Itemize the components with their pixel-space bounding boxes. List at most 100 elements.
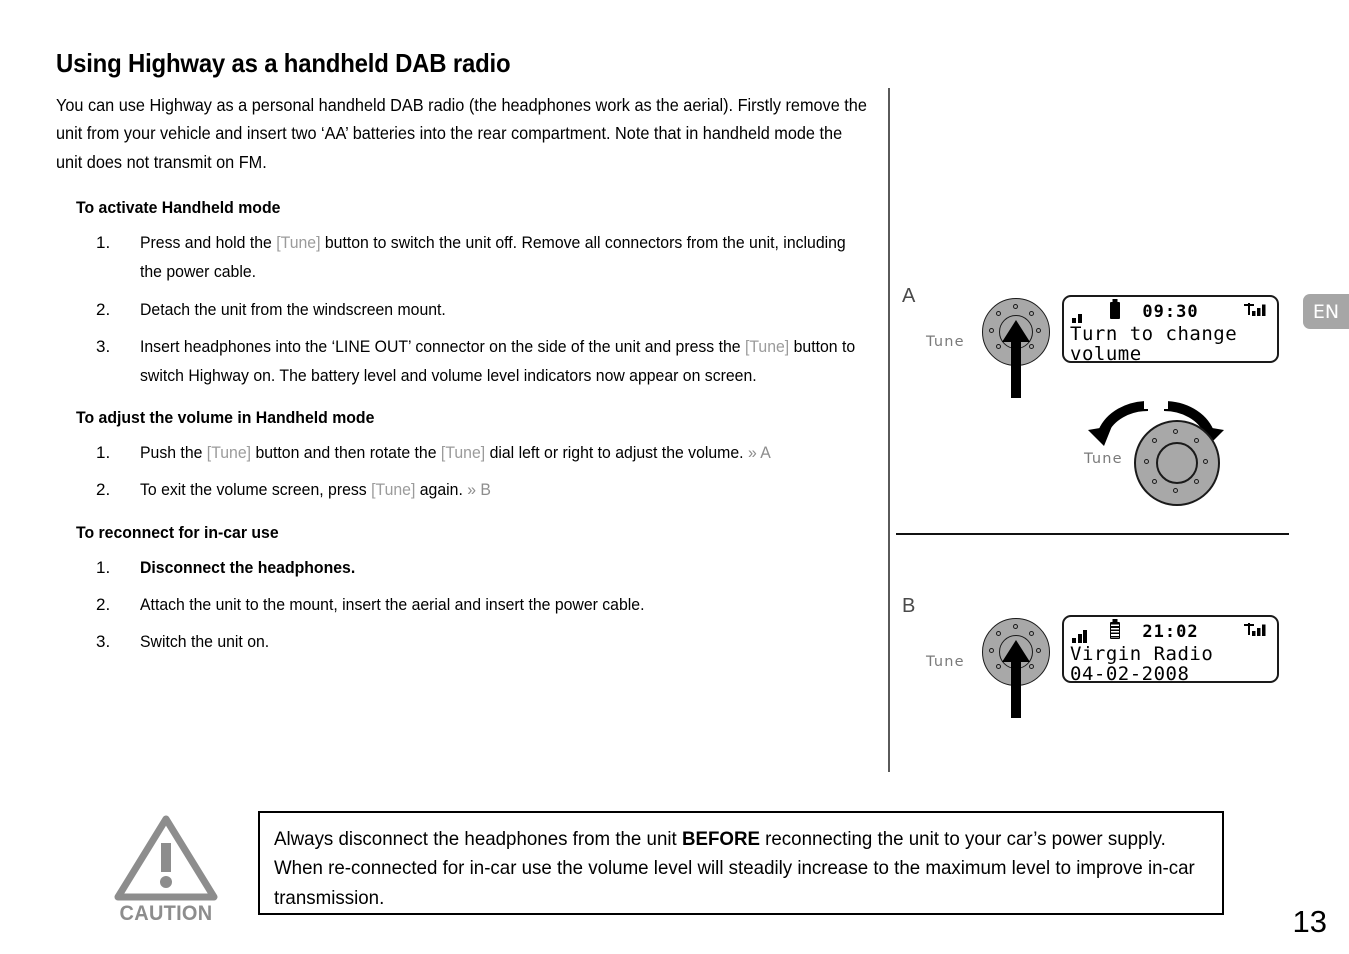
panel-a-letter: A (902, 285, 916, 307)
tune-button-reference: [Tune] (206, 443, 252, 463)
step-number: 2. (96, 594, 111, 614)
lcd-screen-b: 21:02 Virgin Radio 04-02-2008 (1062, 615, 1279, 685)
knob-dot (996, 311, 1001, 316)
step-number: 1. (96, 557, 111, 577)
knob-dot (1036, 647, 1041, 653)
step-text: Disconnect the headphones. (140, 553, 868, 582)
lcd-line1-b: Virgin Radio (1070, 643, 1214, 665)
step-text: Switch the unit on. (140, 627, 868, 656)
tune-button-reference: [Tune] (440, 443, 486, 463)
language-tab-en[interactable]: EN (1303, 294, 1349, 329)
step-text: Insert headphones into the ‘LINE OUT’ co… (140, 332, 868, 390)
instruction-section: To activate Handheld mode 1. Press and hol… (56, 198, 868, 390)
section-heading: To adjust the volume in Handheld mode (76, 408, 375, 428)
knob-dot (1194, 479, 1199, 484)
step-item: 1. Disconnect the headphones. (56, 553, 868, 582)
dial-center (1156, 442, 1198, 484)
instruction-sections: To activate Handheld mode 1. Press and hol… (56, 198, 868, 656)
text-run: Attach the unit to the mount, insert the… (140, 594, 645, 614)
section-heading: To activate Handheld mode (76, 198, 281, 218)
tune-dial-rotate: Tune (1066, 420, 1246, 506)
lcd-statusbar-b: 21:02 (1066, 620, 1275, 644)
knob-dot (996, 631, 1001, 636)
lcd-statusbar-a: 09:30 (1066, 300, 1275, 324)
tune-dial-label: Tune (1084, 451, 1123, 467)
lcd-screen-a: 09:30 Turn to change volume (1062, 295, 1279, 365)
knob-dot (1029, 631, 1034, 636)
text-run: Always disconnect the headphones from th… (274, 828, 682, 850)
step-list: 1. Disconnect the headphones. 2. Attach the… (56, 553, 868, 657)
dial-body (1134, 420, 1220, 506)
press-arrow-icon-b (1002, 640, 1030, 718)
lcd-line2-a: volume (1070, 343, 1142, 365)
step-number: 2. (96, 480, 111, 500)
step-number: 1. (96, 233, 111, 253)
tune-button-reference: [Tune] (744, 336, 790, 356)
step-number: 2. (96, 299, 111, 319)
step-number: 1. (96, 443, 111, 463)
illustration-panel-b: B Tune 21:02 Virgin Radio 04-02-2008 (896, 590, 1296, 718)
lcd-line1-a: Turn to change (1070, 323, 1238, 345)
emphasis-text: BEFORE (681, 828, 760, 850)
intro-paragraph: You can use Highway as a personal handhe… (56, 95, 867, 172)
knob-dot (1202, 458, 1208, 464)
knob-dot (1143, 458, 1149, 464)
step-list: 1. Push the [Tune] button and then rotate… (56, 438, 868, 504)
cross-reference: » A (747, 443, 771, 463)
step-item: 1. Push the [Tune] button and then rotate… (56, 438, 868, 467)
column-divider (888, 88, 890, 772)
caution-label: CAUTION (119, 902, 213, 925)
knob-dot (1152, 479, 1157, 484)
text-run: Detach the unit from the windscreen moun… (140, 299, 446, 319)
step-list: 1. Press and hold the [Tune] button to sw… (56, 228, 868, 390)
text-run: Push the (140, 443, 207, 463)
signal-strength-icon-a (1244, 303, 1266, 316)
warning-triangle-icon (114, 815, 218, 901)
tune-knob-label-b: Tune (926, 654, 965, 670)
illustration-panel-a: A Tune 09:30 Turn to change volume Tune (896, 280, 1296, 520)
text-run: again. (415, 480, 468, 500)
instruction-section: To adjust the volume in Handheld mode 1. P… (56, 408, 868, 504)
text-run: Press and hold the (140, 233, 277, 253)
knob-dot (989, 327, 994, 333)
content-column: Using Highway as a handheld DAB radio Yo… (56, 48, 868, 674)
knob-dot (1012, 624, 1018, 629)
knob-dot (1194, 438, 1199, 443)
text-run: Switch the unit on. (140, 632, 270, 652)
page-number: 13 (1292, 904, 1327, 939)
step-number: 3. (96, 632, 111, 652)
step-text: Push the [Tune] button and then rotate t… (140, 438, 868, 467)
step-text: Attach the unit to the mount, insert the… (140, 590, 868, 619)
step-item: 1. Press and hold the [Tune] button to sw… (56, 228, 868, 286)
panel-separator (896, 533, 1289, 535)
step-item: 3. Switch the unit on. (56, 627, 868, 656)
step-text: To exit the volume screen, press [Tune] … (140, 475, 868, 504)
step-text: Press and hold the [Tune] button to swit… (140, 228, 868, 286)
text-run: button and then rotate the (251, 443, 441, 463)
knob-dot (1012, 304, 1018, 309)
knob-dot (1173, 429, 1178, 434)
knob-dot (989, 647, 994, 653)
step-item: 2. Attach the unit to the mount, insert t… (56, 590, 868, 619)
panel-b-letter: B (902, 595, 916, 617)
text-run: To exit the volume screen, press (140, 480, 372, 500)
step-item: 2. To exit the volume screen, press [Tune… (56, 475, 868, 504)
lcd-line2-b: 04-02-2008 (1070, 663, 1190, 685)
tune-button-reference: [Tune] (276, 233, 321, 253)
step-item: 3. Insert headphones into the ‘LINE OUT’ … (56, 332, 868, 390)
tune-button-reference: [Tune] (371, 480, 416, 500)
caution-box: Always disconnect the headphones from th… (258, 811, 1224, 915)
instruction-section: To reconnect for in-car use 1. Disconnect … (56, 523, 868, 657)
text-run: dial left or right to adjust the volume. (485, 443, 748, 463)
knob-dot (1029, 311, 1034, 316)
section-heading: To reconnect for in-car use (76, 522, 279, 542)
tune-knob-label-a: Tune (926, 334, 965, 350)
knob-dot (1173, 488, 1178, 493)
press-arrow-icon-a (1002, 320, 1030, 398)
signal-strength-icon-b (1244, 623, 1266, 636)
step-item: 2. Detach the unit from the windscreen mo… (56, 295, 868, 324)
step-number: 3. (96, 336, 111, 356)
text-run: Disconnect the headphones. (140, 557, 356, 577)
step-text: Detach the unit from the windscreen moun… (140, 295, 868, 324)
text-run: Insert headphones into the ‘LINE OUT’ co… (140, 336, 745, 356)
